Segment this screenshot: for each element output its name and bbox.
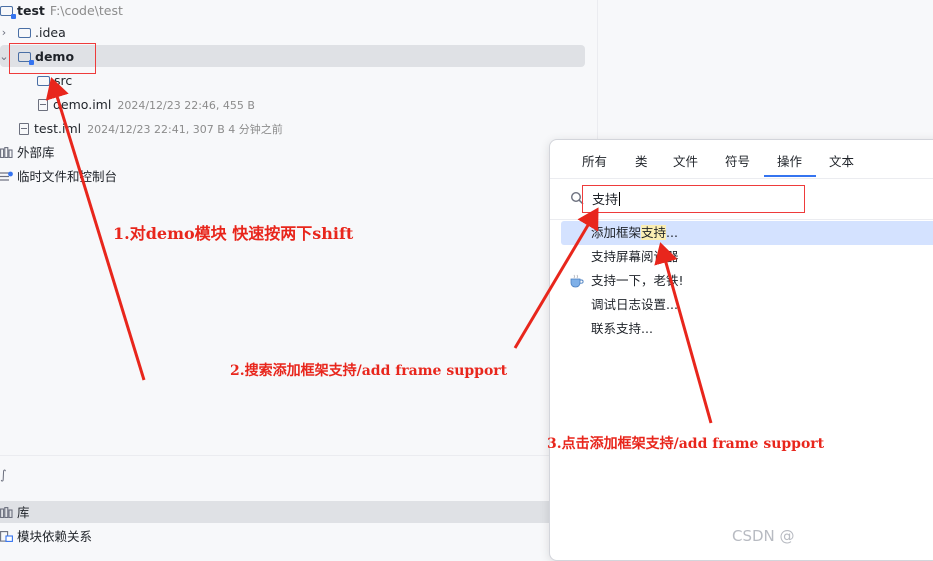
arrow-step2 bbox=[513, 207, 599, 349]
annotation-step2: 2.搜索添加框架支持/add frame support bbox=[230, 363, 508, 379]
watermark: CSDN @ bbox=[732, 527, 795, 545]
annotation-arrows bbox=[45, 77, 713, 424]
annotation-step3: 3.点击添加框架支持/add frame support bbox=[547, 436, 825, 452]
annotation-step1: 1.对demo模块 快速按两下shift bbox=[113, 224, 354, 243]
arrow-step3 bbox=[654, 242, 713, 424]
